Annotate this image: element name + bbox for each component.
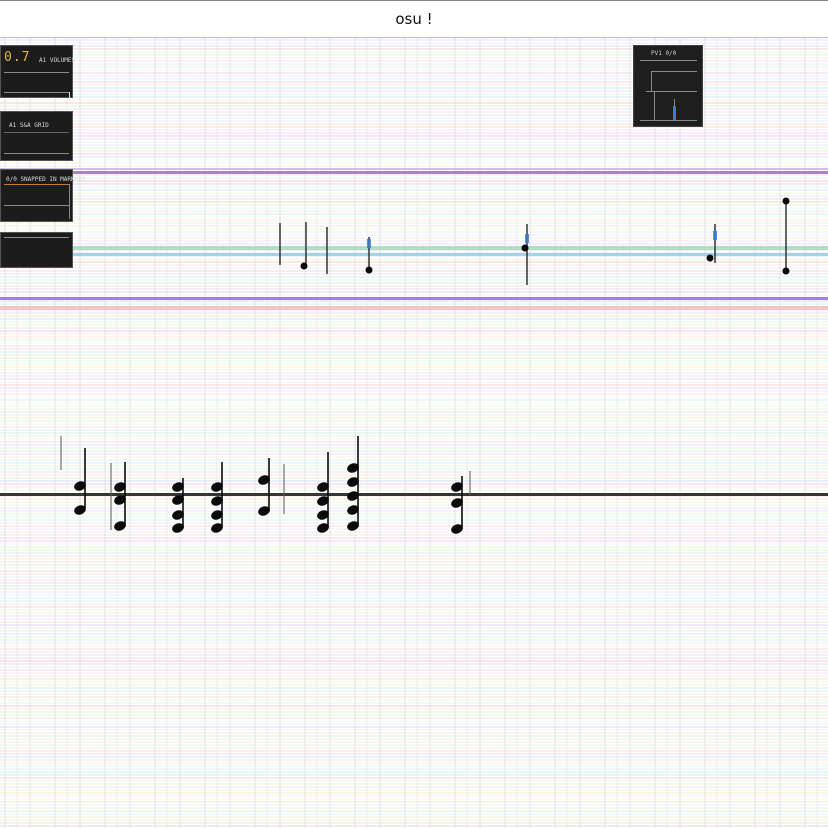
timer-panel[interactable]: 0.7 A1 VOLUMES xyxy=(0,45,76,98)
window-title: osu ! xyxy=(395,10,433,28)
markers-panel[interactable]: 0/0 SNAPPED IN MARKERS xyxy=(0,169,85,222)
timer-value: 0.7 xyxy=(4,50,31,65)
title-bar: osu ! xyxy=(0,0,828,38)
beat-grid[interactable] xyxy=(0,38,828,828)
app-window: osu ! 0.7 A1 VOLUMES A1 S&A GRID 0/0 SNA… xyxy=(0,0,828,828)
horizontal-grid-lines xyxy=(0,39,828,827)
editor-canvas[interactable]: 0.7 A1 VOLUMES A1 S&A GRID 0/0 SNAPPED I… xyxy=(0,38,828,828)
extra-panel[interactable] xyxy=(0,232,73,268)
preview-minimap[interactable]: PV1 0/0 xyxy=(633,45,703,127)
panel-label: A1 S&A GRID xyxy=(9,122,49,129)
grid-panel[interactable]: A1 S&A GRID xyxy=(0,111,73,161)
panel-label: A1 VOLUMES xyxy=(39,57,76,64)
panel-label: 0/0 SNAPPED IN MARKERS xyxy=(6,176,86,183)
preview-label: PV1 0/0 xyxy=(651,50,677,57)
